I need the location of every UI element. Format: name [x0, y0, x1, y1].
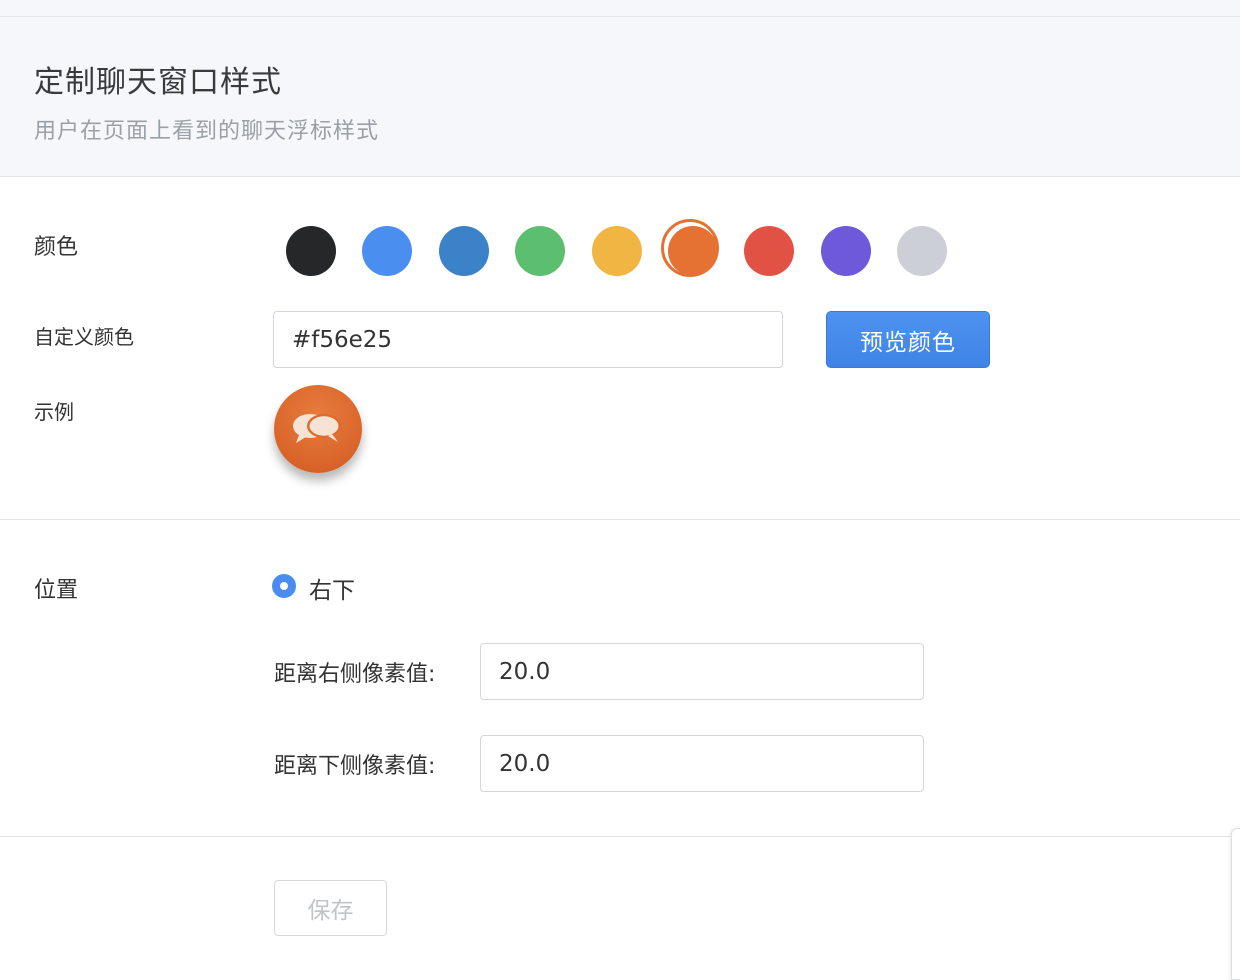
bottom-offset-input[interactable]: 20.0	[480, 735, 924, 792]
right-offset-value: 20.0	[499, 658, 551, 685]
custom-color-value: #f56e25	[292, 326, 393, 353]
page-title: 定制聊天窗口样式	[34, 65, 282, 100]
preview-color-button[interactable]: 预览颜色	[826, 311, 990, 368]
position-option-label: 右下	[309, 578, 355, 604]
chat-bubbles-icon	[293, 414, 341, 443]
color-label: 颜色	[34, 235, 79, 260]
position-radio-bottom-right[interactable]	[272, 574, 296, 598]
right-offset-input[interactable]: 20.0	[480, 643, 924, 700]
swatch-gray[interactable]	[897, 226, 947, 276]
custom-color-label: 自定义颜色	[34, 325, 134, 349]
bottom-offset-label: 距离下侧像素值:	[274, 754, 436, 779]
swatch-orange[interactable]	[661, 219, 719, 277]
swatch-green[interactable]	[515, 226, 565, 276]
right-offset-label: 距离右侧像素值:	[274, 662, 436, 687]
swatch-light-blue[interactable]	[362, 226, 412, 276]
side-panel-edge	[1231, 828, 1240, 980]
swatch-blue[interactable]	[439, 226, 489, 276]
swatch-black[interactable]	[286, 226, 336, 276]
divider	[0, 836, 1240, 837]
top-strip	[0, 0, 1240, 17]
position-label: 位置	[34, 578, 79, 603]
sample-label: 示例	[34, 400, 74, 424]
custom-color-input[interactable]: #f56e25	[273, 311, 783, 368]
page-subtitle: 用户在页面上看到的聊天浮标样式	[34, 119, 380, 144]
bottom-offset-value: 20.0	[499, 750, 551, 777]
swatch-yellow[interactable]	[592, 226, 642, 276]
section-header: 定制聊天窗口样式 用户在页面上看到的聊天浮标样式	[0, 17, 1240, 177]
swatch-purple[interactable]	[821, 226, 871, 276]
chat-float-sample	[274, 385, 362, 473]
swatch-red[interactable]	[744, 226, 794, 276]
divider	[0, 519, 1240, 520]
save-button[interactable]: 保存	[274, 880, 387, 936]
